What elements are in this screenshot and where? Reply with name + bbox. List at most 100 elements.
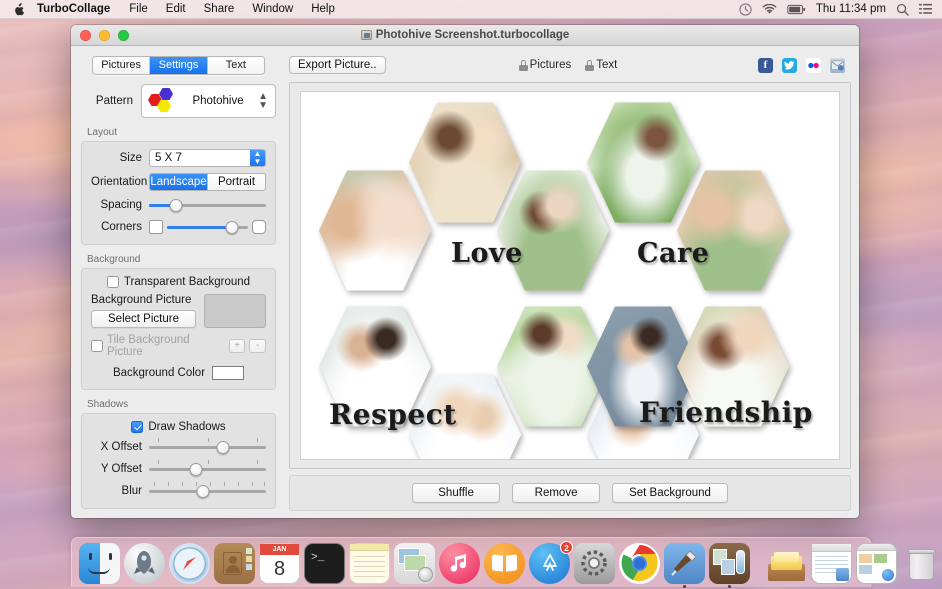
ibooks-icon[interactable] xyxy=(484,543,525,584)
collage-canvas[interactable]: Love Care Respect Friendship xyxy=(300,91,840,460)
launchpad-icon[interactable] xyxy=(124,543,165,584)
lock-pictures-toggle[interactable]: Pictures xyxy=(518,59,571,71)
window-title-bar[interactable]: Photohive Screenshot.turbocollage xyxy=(71,25,859,46)
tile-minus-button[interactable]: - xyxy=(249,339,266,353)
x-offset-row: X Offset xyxy=(91,438,266,455)
transparent-background-row[interactable]: Transparent Background xyxy=(91,276,266,288)
lock-text-label: Text xyxy=(596,59,618,71)
tab-settings[interactable]: Settings xyxy=(150,57,208,74)
facebook-icon[interactable]: f xyxy=(758,57,773,73)
background-picture-well[interactable] xyxy=(204,294,266,328)
background-group: Transparent Background Background Pictur… xyxy=(81,268,276,390)
size-combobox[interactable]: 5 X 7 ▲ ▼ xyxy=(149,149,266,167)
menu-bar-left: TurboCollage File Edit Share Window Help xyxy=(0,0,344,19)
stepper-updown-icon[interactable]: ▲ ▼ xyxy=(258,92,268,111)
mail-icon[interactable] xyxy=(830,57,845,73)
flickr-icon[interactable] xyxy=(806,57,821,73)
collage-canvas-wrapper: Love Care Respect Friendship xyxy=(289,82,851,469)
twitter-icon[interactable] xyxy=(782,57,797,73)
search-icon[interactable] xyxy=(896,3,909,16)
y-offset-slider[interactable] xyxy=(149,460,266,477)
app-store-badge: 2 xyxy=(560,541,573,554)
draw-shadows-checkbox[interactable] xyxy=(131,421,144,433)
blur-slider[interactable] xyxy=(149,482,266,499)
system-preferences-icon[interactable] xyxy=(574,543,615,584)
set-background-button[interactable]: Set Background xyxy=(612,483,728,503)
xcode-icon[interactable] xyxy=(664,543,705,588)
menu-file[interactable]: File xyxy=(120,0,157,19)
notes-icon[interactable] xyxy=(349,543,390,584)
collage-action-bar: Shuffle Remove Set Background xyxy=(289,475,851,511)
pattern-select[interactable]: Photohive ▲ ▼ xyxy=(141,84,276,118)
app-store-icon[interactable]: 2 xyxy=(529,541,573,584)
tile-background-checkbox[interactable] xyxy=(91,340,103,352)
layout-group-title: Layout xyxy=(87,127,118,138)
orientation-portrait[interactable]: Portrait xyxy=(208,174,265,190)
collage-word-respect[interactable]: Respect xyxy=(329,398,457,431)
sidebar-tabs: Pictures Settings Text xyxy=(92,56,265,75)
x-offset-label: X Offset xyxy=(100,441,142,453)
tile-background-label: Tile Background Picture xyxy=(107,334,190,358)
document-preview-icon[interactable] xyxy=(811,543,852,584)
x-offset-ticks xyxy=(149,438,266,442)
safari-icon[interactable] xyxy=(169,543,210,584)
lock-text-toggle[interactable]: Text xyxy=(585,59,617,71)
collage-word-love[interactable]: Love xyxy=(451,238,523,269)
x-offset-slider[interactable] xyxy=(149,438,266,455)
draw-shadows-row[interactable]: Draw Shadows xyxy=(91,421,266,433)
apple-icon[interactable] xyxy=(0,2,37,16)
terminal-icon[interactable]: >_ xyxy=(304,543,345,584)
tile-plus-button[interactable]: + xyxy=(228,339,246,353)
hexagon-cluster-icon xyxy=(148,88,178,114)
background-color-row: Background Color xyxy=(91,366,266,380)
menu-window[interactable]: Window xyxy=(243,0,302,19)
menu-app-name[interactable]: TurboCollage xyxy=(37,0,120,19)
pattern-label: Pattern xyxy=(95,95,133,107)
export-picture-button[interactable]: Export Picture.. xyxy=(289,56,386,74)
menu-help[interactable]: Help xyxy=(302,0,344,19)
calendar-icon[interactable]: JAN 8 xyxy=(259,543,300,584)
transparent-background-checkbox[interactable] xyxy=(106,276,119,288)
collage-word-care[interactable]: Care xyxy=(637,238,709,269)
wifi-icon[interactable] xyxy=(762,3,777,15)
tab-text[interactable]: Text xyxy=(207,57,264,74)
photos-icon[interactable] xyxy=(394,543,435,584)
background-color-well[interactable] xyxy=(212,366,245,380)
contacts-icon[interactable] xyxy=(214,543,255,584)
battery-icon[interactable] xyxy=(787,4,806,15)
orientation-label: Orientation xyxy=(91,176,148,188)
select-picture-button[interactable]: Select Picture xyxy=(91,310,196,328)
menu-clock[interactable]: Thu 11:34 pm xyxy=(816,3,886,15)
screenshot-preview-icon[interactable] xyxy=(856,543,897,584)
menu-share[interactable]: Share xyxy=(195,0,244,19)
turbocollage-icon[interactable] xyxy=(709,543,750,588)
trash-icon[interactable] xyxy=(901,543,942,584)
finder-icon[interactable] xyxy=(79,543,120,584)
notification-center-icon[interactable] xyxy=(919,3,932,15)
corners-slider[interactable] xyxy=(167,219,248,235)
itunes-icon[interactable] xyxy=(439,543,480,584)
window-body: Pictures Settings Text Pattern Photohive… xyxy=(71,46,859,518)
calendar-month: JAN xyxy=(260,544,299,555)
shuffle-button[interactable]: Shuffle xyxy=(412,483,501,503)
tab-pictures[interactable]: Pictures xyxy=(93,57,151,74)
menu-edit[interactable]: Edit xyxy=(157,0,195,19)
orientation-landscape[interactable]: Landscape xyxy=(150,174,208,190)
chrome-icon[interactable] xyxy=(619,543,660,584)
timemachine-icon[interactable] xyxy=(739,2,752,16)
transparent-background-label: Transparent Background xyxy=(123,276,251,288)
pattern-value: Photohive xyxy=(192,95,244,107)
blur-label: Blur xyxy=(121,485,142,497)
app-window: Photohive Screenshot.turbocollage Pictur… xyxy=(71,25,859,518)
document-icon xyxy=(360,30,372,40)
menu-bar-status: Thu 11:34 pm xyxy=(739,2,942,16)
remove-button[interactable]: Remove xyxy=(512,483,601,503)
window-title-text: Photohive Screenshot.turbocollage xyxy=(375,29,570,41)
size-stepper-icon[interactable]: ▲ ▼ xyxy=(250,150,265,166)
spacing-slider[interactable] xyxy=(149,197,266,213)
collage-word-friendship[interactable]: Friendship xyxy=(639,396,813,429)
downloads-stack-icon[interactable] xyxy=(766,543,807,584)
spacing-row: Spacing xyxy=(91,197,266,213)
collage-tile-couple-face-to-face-grass[interactable] xyxy=(677,168,789,293)
pattern-row: Pattern Photohive ▲ ▼ xyxy=(87,84,276,118)
